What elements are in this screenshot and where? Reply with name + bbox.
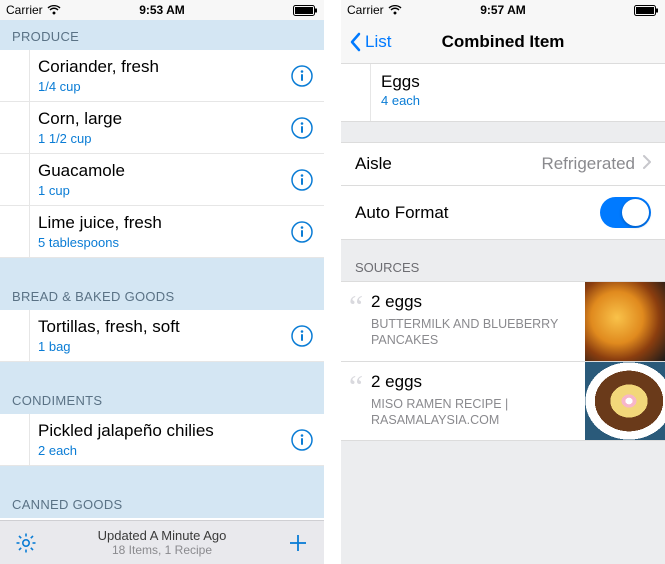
info-icon[interactable] bbox=[280, 428, 324, 452]
info-icon[interactable] bbox=[280, 220, 324, 244]
quote-icon: “ bbox=[341, 282, 371, 361]
autoformat-row: Auto Format bbox=[341, 186, 665, 240]
item-detail-screen: Carrier 9:57 AM List Combined Item bbox=[341, 0, 665, 564]
recipe-thumbnail bbox=[585, 282, 665, 361]
item-name: Guacamole bbox=[38, 161, 280, 181]
clock: 9:57 AM bbox=[480, 3, 526, 17]
source-row[interactable]: “ 2 eggs MISO RAMEN RECIPE | RASAMALAYSI… bbox=[341, 361, 665, 441]
list-item[interactable]: Pickled jalapeño chilies 2 each bbox=[0, 414, 324, 466]
item-name: Pickled jalapeño chilies bbox=[38, 421, 280, 441]
item-checkbox[interactable] bbox=[0, 414, 30, 465]
source-row[interactable]: “ 2 eggs BUTTERMILK AND BLUEBERRY PANCAK… bbox=[341, 281, 665, 361]
item-quantity: 1 cup bbox=[38, 183, 280, 198]
item-name: Lime juice, fresh bbox=[38, 213, 280, 233]
status-bar: Carrier 9:53 AM bbox=[0, 0, 324, 20]
aisle-row[interactable]: Aisle Refrigerated bbox=[341, 142, 665, 186]
item-checkbox[interactable] bbox=[0, 102, 30, 153]
list-item[interactable]: Coriander, fresh 1/4 cup bbox=[0, 50, 324, 102]
back-button[interactable]: List bbox=[349, 32, 391, 52]
item-name: Coriander, fresh bbox=[38, 57, 280, 77]
section-header-bread: BREAD & BAKED GOODS bbox=[0, 280, 324, 310]
item-name: Corn, large bbox=[38, 109, 280, 129]
wifi-icon bbox=[47, 5, 61, 15]
item-name: Eggs bbox=[381, 72, 655, 92]
info-icon[interactable] bbox=[280, 168, 324, 192]
list-item[interactable]: Corn, large 1 1/2 cup bbox=[0, 102, 324, 154]
autoformat-label: Auto Format bbox=[355, 203, 600, 223]
add-item-button[interactable] bbox=[286, 531, 310, 555]
item-quantity: 1 bag bbox=[38, 339, 280, 354]
sync-status: Updated A Minute Ago bbox=[98, 528, 227, 543]
source-recipe-name: BUTTERMILK AND BLUEBERRY PANCAKES bbox=[371, 316, 579, 349]
item-checkbox[interactable] bbox=[0, 206, 30, 257]
nav-bar: List Combined Item bbox=[341, 20, 665, 64]
settings-icon[interactable] bbox=[14, 531, 38, 555]
item-quantity: 1/4 cup bbox=[38, 79, 280, 94]
page-title: Combined Item bbox=[442, 32, 565, 52]
battery-icon bbox=[293, 5, 318, 16]
info-icon[interactable] bbox=[280, 64, 324, 88]
carrier-label: Carrier bbox=[347, 3, 384, 17]
status-bar: Carrier 9:57 AM bbox=[341, 0, 665, 20]
sources-header: SOURCES bbox=[341, 240, 665, 281]
section-header-produce: PRODUCE bbox=[0, 20, 324, 50]
source-quantity: 2 eggs bbox=[371, 372, 579, 392]
quote-icon: “ bbox=[341, 362, 371, 440]
toolbar: Updated A Minute Ago 18 Items, 1 Recipe bbox=[0, 520, 324, 564]
item-checkbox[interactable] bbox=[0, 50, 30, 101]
list-item[interactable]: Tortillas, fresh, soft 1 bag bbox=[0, 310, 324, 362]
item-quantity: 2 each bbox=[38, 443, 280, 458]
source-quantity: 2 eggs bbox=[371, 292, 579, 312]
recipe-thumbnail bbox=[585, 362, 665, 440]
item-name: Tortillas, fresh, soft bbox=[38, 317, 280, 337]
grocery-list-screen: Carrier 9:53 AM PRODUCE Coriander, fresh… bbox=[0, 0, 324, 564]
aisle-value: Refrigerated bbox=[541, 154, 635, 174]
combined-item-row[interactable]: Eggs 4 each bbox=[341, 64, 665, 122]
clock: 9:53 AM bbox=[139, 3, 185, 17]
grocery-list[interactable]: PRODUCE Coriander, fresh 1/4 cup Corn, l… bbox=[0, 20, 324, 520]
list-summary: 18 Items, 1 Recipe bbox=[98, 543, 227, 557]
carrier-label: Carrier bbox=[6, 3, 43, 17]
info-icon[interactable] bbox=[280, 324, 324, 348]
autoformat-toggle[interactable] bbox=[600, 197, 651, 228]
item-checkbox[interactable] bbox=[341, 64, 371, 121]
back-label: List bbox=[365, 32, 391, 52]
item-checkbox[interactable] bbox=[0, 154, 30, 205]
list-item[interactable]: Guacamole 1 cup bbox=[0, 154, 324, 206]
chevron-right-icon bbox=[643, 154, 651, 174]
info-icon[interactable] bbox=[280, 116, 324, 140]
item-quantity: 5 tablespoons bbox=[38, 235, 280, 250]
item-checkbox[interactable] bbox=[0, 310, 30, 361]
source-recipe-name: MISO RAMEN RECIPE | RASAMALAYSIA.COM bbox=[371, 396, 579, 429]
item-quantity: 4 each bbox=[381, 93, 655, 108]
aisle-label: Aisle bbox=[355, 154, 541, 174]
list-item[interactable]: Lime juice, fresh 5 tablespoons bbox=[0, 206, 324, 258]
battery-icon bbox=[634, 5, 659, 16]
section-header-condiments: CONDIMENTS bbox=[0, 384, 324, 414]
item-quantity: 1 1/2 cup bbox=[38, 131, 280, 146]
wifi-icon bbox=[388, 5, 402, 15]
section-header-canned: CANNED GOODS bbox=[0, 488, 324, 518]
